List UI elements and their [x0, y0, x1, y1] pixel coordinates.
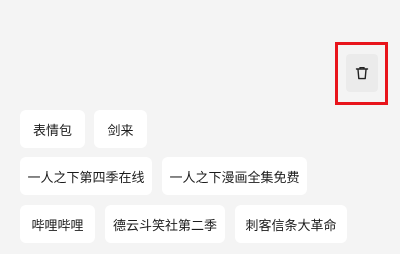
delete-history-button[interactable]	[346, 54, 378, 92]
history-chip[interactable]: 表情包	[20, 110, 85, 148]
history-chip[interactable]: 剑来	[94, 110, 147, 148]
history-chip[interactable]: 一人之下第四季在线	[20, 157, 152, 195]
trash-icon	[355, 66, 369, 80]
history-chip[interactable]: 哔哩哔哩	[20, 205, 95, 243]
history-chip[interactable]: 一人之下漫画全集免费	[162, 157, 307, 195]
history-chip[interactable]: 德云斗笑社第二季	[105, 205, 225, 243]
history-chip[interactable]: 刺客信条大革命	[235, 205, 347, 243]
